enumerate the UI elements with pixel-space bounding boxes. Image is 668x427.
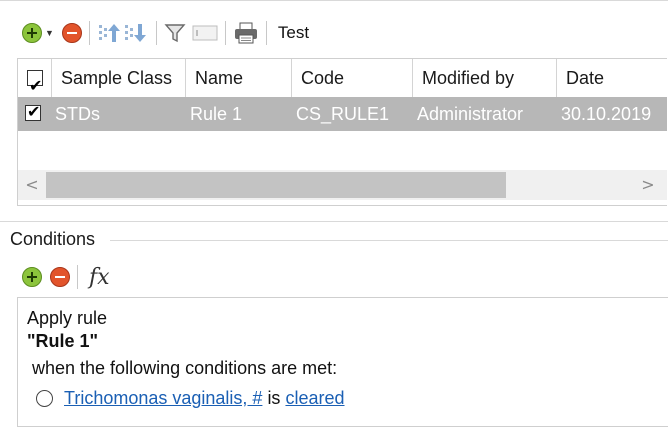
toolbar-separator xyxy=(155,21,157,45)
filter-icon xyxy=(164,24,186,43)
toolbar-separator xyxy=(88,21,90,45)
condition-item: Trichomonas vaginalis, # is cleared xyxy=(64,388,345,409)
conditions-intro: when the following conditions are met: xyxy=(32,358,338,378)
grid-header: Sample Class Name Code Modified by Date xyxy=(18,59,667,105)
cell-modified-by: Administrator xyxy=(417,104,524,124)
select-all-checkbox[interactable] xyxy=(27,67,43,105)
add-icon xyxy=(22,23,42,43)
move-up-icon xyxy=(98,24,120,42)
rules-grid: Sample Class Name Code Modified by Date … xyxy=(17,58,667,206)
print-button[interactable] xyxy=(233,19,259,47)
condition-parameter-link[interactable]: Trichomonas vaginalis, # xyxy=(64,388,262,408)
apply-rule-text: Apply rule xyxy=(27,308,108,328)
cell-code: CS_RULE1 xyxy=(296,104,390,124)
add-button[interactable] xyxy=(22,19,42,47)
conditions-title: Conditions xyxy=(10,229,102,250)
column-header-name[interactable]: Name xyxy=(186,59,292,97)
remove-icon xyxy=(61,23,82,43)
test-button[interactable]: Test xyxy=(278,19,309,47)
conditions-toolbar: fx xyxy=(22,263,110,291)
printer-icon xyxy=(234,22,257,44)
toolbar-separator xyxy=(77,265,78,289)
column-header-sample-class[interactable]: Sample Class xyxy=(52,59,186,97)
condition-value-link[interactable]: cleared xyxy=(285,388,344,408)
remove-condition-button[interactable] xyxy=(50,263,70,291)
filter-button[interactable] xyxy=(164,19,186,47)
header-select-all[interactable] xyxy=(18,59,52,105)
rule-name: "Rule 1" xyxy=(27,331,99,351)
condition-operator: is xyxy=(267,388,281,408)
condition-radio[interactable] xyxy=(36,390,53,407)
add-condition-button[interactable] xyxy=(22,263,42,291)
formula-button[interactable]: fx xyxy=(89,263,110,291)
scroll-left-button[interactable]: < xyxy=(18,170,46,200)
move-down-icon xyxy=(124,24,146,42)
add-dropdown-chevron-icon[interactable]: ▼ xyxy=(45,19,54,47)
scrollbar-thumb[interactable] xyxy=(46,172,506,198)
textbox-icon xyxy=(192,25,218,41)
horizontal-scrollbar[interactable]: < > xyxy=(18,170,667,200)
move-down-button[interactable] xyxy=(123,19,149,47)
conditions-divider xyxy=(110,240,668,241)
column-header-modified-by[interactable]: Modified by xyxy=(413,59,557,97)
toolbar-separator xyxy=(265,21,267,45)
remove-icon xyxy=(50,267,70,287)
rule-definition: Apply rule "Rule 1" when the following c… xyxy=(17,297,668,427)
table-row[interactable]: STDs Rule 1 CS_RULE1 Administrator 30.10… xyxy=(18,97,667,131)
cell-sample-class: STDs xyxy=(55,104,100,124)
remove-button[interactable] xyxy=(61,19,82,47)
column-header-code[interactable]: Code xyxy=(292,59,413,97)
cell-date: 30.10.2019 xyxy=(561,104,652,124)
toolbar-separator xyxy=(224,21,226,45)
cell-name: Rule 1 xyxy=(190,104,243,124)
rules-toolbar: ▼ Test xyxy=(22,18,309,48)
add-icon xyxy=(22,267,42,287)
scroll-right-button[interactable]: > xyxy=(634,170,662,200)
row-checkbox[interactable] xyxy=(25,102,41,121)
column-header-date[interactable]: Date xyxy=(557,59,667,97)
move-up-button[interactable] xyxy=(97,19,123,47)
filter-field-button[interactable] xyxy=(192,19,218,47)
